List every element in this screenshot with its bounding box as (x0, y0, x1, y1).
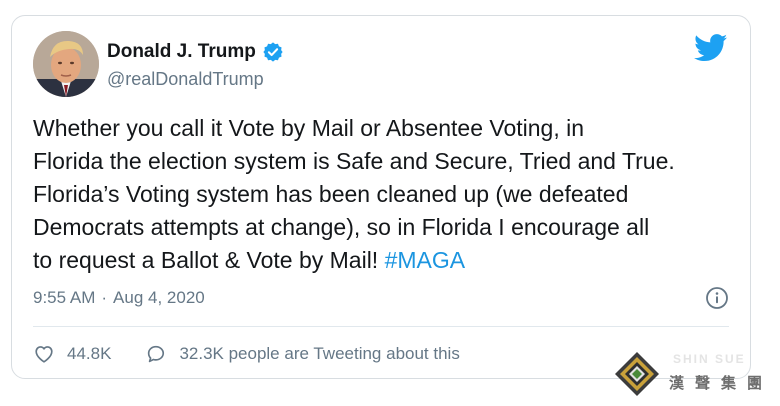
like-count: 44.8K (67, 344, 112, 363)
meta-separator: · (101, 288, 108, 307)
verified-badge-icon (263, 42, 283, 62)
divider (33, 326, 729, 327)
tweet-date: Aug 4, 2020 (113, 288, 205, 307)
like-button[interactable]: 44.8K (33, 343, 111, 365)
tweeting-about-text: 32.3K people are Tweeting about this (179, 344, 460, 363)
author-handle[interactable]: @realDonaldTrump (107, 69, 264, 90)
tweet-text: Whether you call it Vote by Mail or Abse… (33, 112, 733, 277)
watermark-logo-icon (615, 352, 659, 396)
tweet-time: 9:55 AM (33, 288, 96, 307)
avatar-image (33, 31, 99, 97)
hashtag-link[interactable]: #MAGA (385, 247, 466, 273)
tweet-discussion-link[interactable]: 32.3K people are Tweeting about this (145, 343, 460, 365)
avatar[interactable] (33, 31, 99, 97)
author-name-row: Donald J. Trump (107, 40, 284, 64)
heart-icon (35, 346, 53, 363)
tweet-card: Donald J. Trump @realDonaldTrump Whether… (11, 15, 751, 379)
speech-bubble-icon (148, 345, 165, 363)
tweet-actions: 44.8K 32.3K people are Tweeting about th… (33, 341, 460, 367)
info-icon[interactable] (705, 286, 729, 310)
twitter-bird-icon[interactable] (694, 34, 728, 62)
watermark-top-text: SHIN SUE (673, 352, 746, 366)
watermark-chinese-text: 漢聲集團 (669, 374, 774, 392)
watermark: SHIN SUE 漢聲集團 (613, 350, 780, 401)
author-display-name[interactable]: Donald J. Trump (107, 41, 256, 63)
tweet-timestamp[interactable]: 9:55 AM · Aug 4, 2020 (33, 288, 205, 308)
tweet-body: Whether you call it Vote by Mail or Abse… (33, 115, 675, 273)
